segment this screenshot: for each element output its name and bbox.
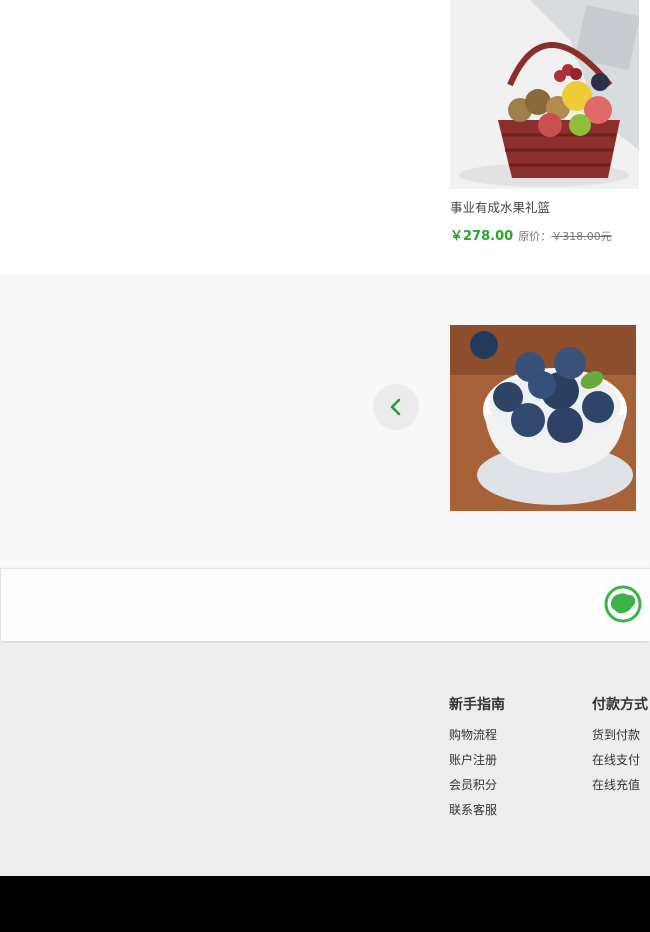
original-price-label: 原价： — [518, 230, 552, 243]
footer-guide-column: 新手指南 购物流程 账户注册 会员积分 联系客服 — [449, 694, 505, 823]
product-name[interactable]: 事业有成水果礼篮 — [450, 197, 550, 216]
footer-link-register[interactable]: 账户注册 — [449, 748, 505, 773]
current-price: ￥278.00 — [450, 229, 514, 244]
carousel-prev-button[interactable] — [373, 384, 419, 430]
footer-payment-column: 付款方式 货到付款 在线支付 在线充值 — [592, 694, 648, 798]
footer-link-online-pay[interactable]: 在线支付 — [592, 748, 648, 773]
footer-link-cod[interactable]: 货到付款 — [592, 723, 648, 748]
blueberry-image[interactable] — [450, 325, 636, 511]
map-strip — [0, 568, 650, 641]
china-map-icon[interactable] — [604, 585, 642, 623]
china-map-glyph — [604, 585, 642, 623]
chevron-left-icon — [390, 398, 401, 416]
bottom-bar — [0, 876, 650, 932]
fruit-basket-image[interactable] — [450, 0, 639, 189]
footer-guide-title: 新手指南 — [449, 697, 505, 713]
footer-link-shopping-flow[interactable]: 购物流程 — [449, 723, 505, 748]
footer-link-contact[interactable]: 联系客服 — [449, 798, 505, 823]
footer-link-points[interactable]: 会员积分 — [449, 773, 505, 798]
footer-payment-title: 付款方式 — [592, 697, 648, 713]
original-price: ￥318.00元 — [551, 230, 612, 243]
blueberry-illustration — [450, 325, 636, 511]
footer-link-recharge[interactable]: 在线充值 — [592, 773, 648, 798]
fruit-basket-illustration — [450, 0, 639, 189]
price-row: ￥278.00 原价：￥318.00元 — [450, 225, 612, 244]
footer — [0, 643, 650, 876]
